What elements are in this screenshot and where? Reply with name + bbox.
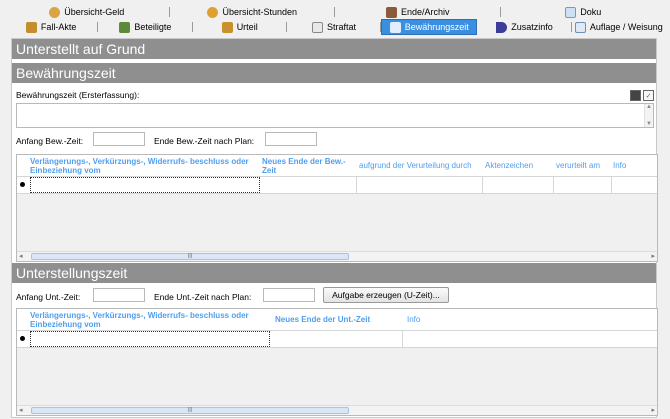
main-panel: Unterstellt auf Grund Bewährungszeit Bew… xyxy=(11,38,658,418)
editor-icon[interactable] xyxy=(630,90,641,101)
column-header[interactable]: Info xyxy=(407,315,447,324)
tab-zusatzinfo[interactable]: Zusatzinfo xyxy=(477,19,572,35)
tab-urteil[interactable]: Urteil xyxy=(193,19,288,35)
document-icon xyxy=(565,6,577,18)
verlaengerung-grid[interactable]: Verlängerungs-, Verkürzungs-, Widerrufs-… xyxy=(16,154,658,262)
tab-fall-akte[interactable]: Fall-Akte xyxy=(4,19,99,35)
row-indicator-icon xyxy=(20,336,25,341)
tab-auflage-weisung[interactable]: Auflage / Weisung xyxy=(572,19,666,35)
tab-uebersicht-stunden[interactable]: Übersicht-Stunden xyxy=(170,4,336,20)
tab-straftat[interactable]: Straftat xyxy=(287,19,382,35)
column-header[interactable]: Verlängerungs-, Verkürzungs-, Widerrufs-… xyxy=(30,157,260,175)
ende-bew-input[interactable] xyxy=(265,132,317,146)
row-indicator-icon xyxy=(20,182,25,187)
table-row-new[interactable] xyxy=(17,177,657,194)
document-list-icon xyxy=(311,21,323,33)
column-header[interactable]: Verlängerungs-, Verkürzungs-, Widerrufs-… xyxy=(30,311,270,329)
aufgabe-erzeugen-button[interactable]: Aufgabe erzeugen (U-Zeit)... xyxy=(323,287,449,303)
grid-horizontal-scrollbar[interactable]: ◂ ||| ▸ xyxy=(17,251,657,261)
grid-horizontal-scrollbar[interactable]: ◂ ||| ▸ xyxy=(17,405,657,415)
ende-unt-label: Ende Unt.-Zeit nach Plan: xyxy=(154,292,252,302)
clock-icon xyxy=(207,6,219,18)
section-bewaehrungszeit: Bewährungszeit xyxy=(12,63,656,83)
table-cell[interactable] xyxy=(260,177,357,193)
table-cell[interactable] xyxy=(357,177,483,193)
ersterfassung-label: Bewährungszeit (Ersterfassung): xyxy=(16,90,140,100)
column-header[interactable]: verurteilt am xyxy=(556,161,616,170)
scroll-up-icon[interactable]: ▲ xyxy=(646,104,652,110)
scroll-right-icon[interactable]: ▸ xyxy=(651,406,655,415)
info-arrow-icon xyxy=(496,21,508,33)
scroll-down-icon[interactable]: ▼ xyxy=(646,121,652,127)
gavel-icon xyxy=(221,21,233,33)
column-header[interactable]: Neues Ende der Unt.-Zeit xyxy=(275,315,405,324)
checklist-icon[interactable]: ✓ xyxy=(643,90,654,101)
tab-row-top: Übersicht-Geld Übersicht-Stunden Ende/Ar… xyxy=(4,4,666,20)
tab-row-bottom: Fall-Akte Beteiligte Urteil Straftat Bew… xyxy=(4,19,666,35)
archive-person-icon xyxy=(385,6,397,18)
anfang-unt-label: Anfang Unt.-Zeit: xyxy=(16,292,81,302)
scroll-left-icon[interactable]: ◂ xyxy=(19,406,23,415)
folder-icon xyxy=(25,21,37,33)
scroll-thumb[interactable]: ||| xyxy=(31,253,349,260)
tab-beteiligte[interactable]: Beteiligte xyxy=(98,19,193,35)
tab-ende-archiv[interactable]: Ende/Archiv xyxy=(335,4,501,20)
section-unterstellt: Unterstellt auf Grund xyxy=(12,39,656,59)
column-header[interactable]: aufgrund der Verurteilung durch xyxy=(359,161,489,170)
section-unterstellungszeit: Unterstellungszeit xyxy=(12,263,656,283)
tab-uebersicht-geld[interactable]: Übersicht-Geld xyxy=(4,4,170,20)
anfang-unt-input[interactable] xyxy=(93,288,145,302)
ende-bew-label: Ende Bew.-Zeit nach Plan: xyxy=(154,136,255,146)
scroll-right-icon[interactable]: ▸ xyxy=(651,252,655,261)
column-header[interactable]: Info xyxy=(613,161,653,170)
notes-icon xyxy=(574,21,586,33)
table-row-new[interactable] xyxy=(17,331,657,348)
scroll-thumb[interactable]: ||| xyxy=(31,407,349,414)
grid-header: Verlängerungs-, Verkürzungs-, Widerrufs-… xyxy=(17,309,657,331)
scroll-left-icon[interactable]: ◂ xyxy=(19,252,23,261)
table-cell[interactable] xyxy=(483,177,554,193)
coins-icon xyxy=(49,6,61,18)
textarea-scrollbar[interactable]: ▲ ▼ xyxy=(644,104,653,127)
table-cell[interactable] xyxy=(270,331,403,347)
anfang-bew-label: Anfang Bew.-Zeit: xyxy=(16,136,84,146)
column-header[interactable]: Aktenzeichen xyxy=(485,161,555,170)
table-cell[interactable] xyxy=(30,331,270,347)
table-cell[interactable] xyxy=(554,177,612,193)
probation-icon xyxy=(389,21,401,33)
unterstellung-grid[interactable]: Verlängerungs-, Verkürzungs-, Widerrufs-… xyxy=(16,308,658,416)
ersterfassung-textarea[interactable]: ▲ ▼ xyxy=(16,103,654,128)
tab-bewaehrungszeit[interactable]: Bewährungszeit xyxy=(381,19,478,35)
people-icon xyxy=(119,21,131,33)
tab-doku[interactable]: Doku xyxy=(501,4,667,20)
grid-header: Verlängerungs-, Verkürzungs-, Widerrufs-… xyxy=(17,155,657,177)
table-cell[interactable] xyxy=(30,177,260,193)
column-header[interactable]: Neues Ende der Bew.-Zeit xyxy=(262,157,352,175)
anfang-bew-input[interactable] xyxy=(93,132,145,146)
ende-unt-input[interactable] xyxy=(263,288,315,302)
